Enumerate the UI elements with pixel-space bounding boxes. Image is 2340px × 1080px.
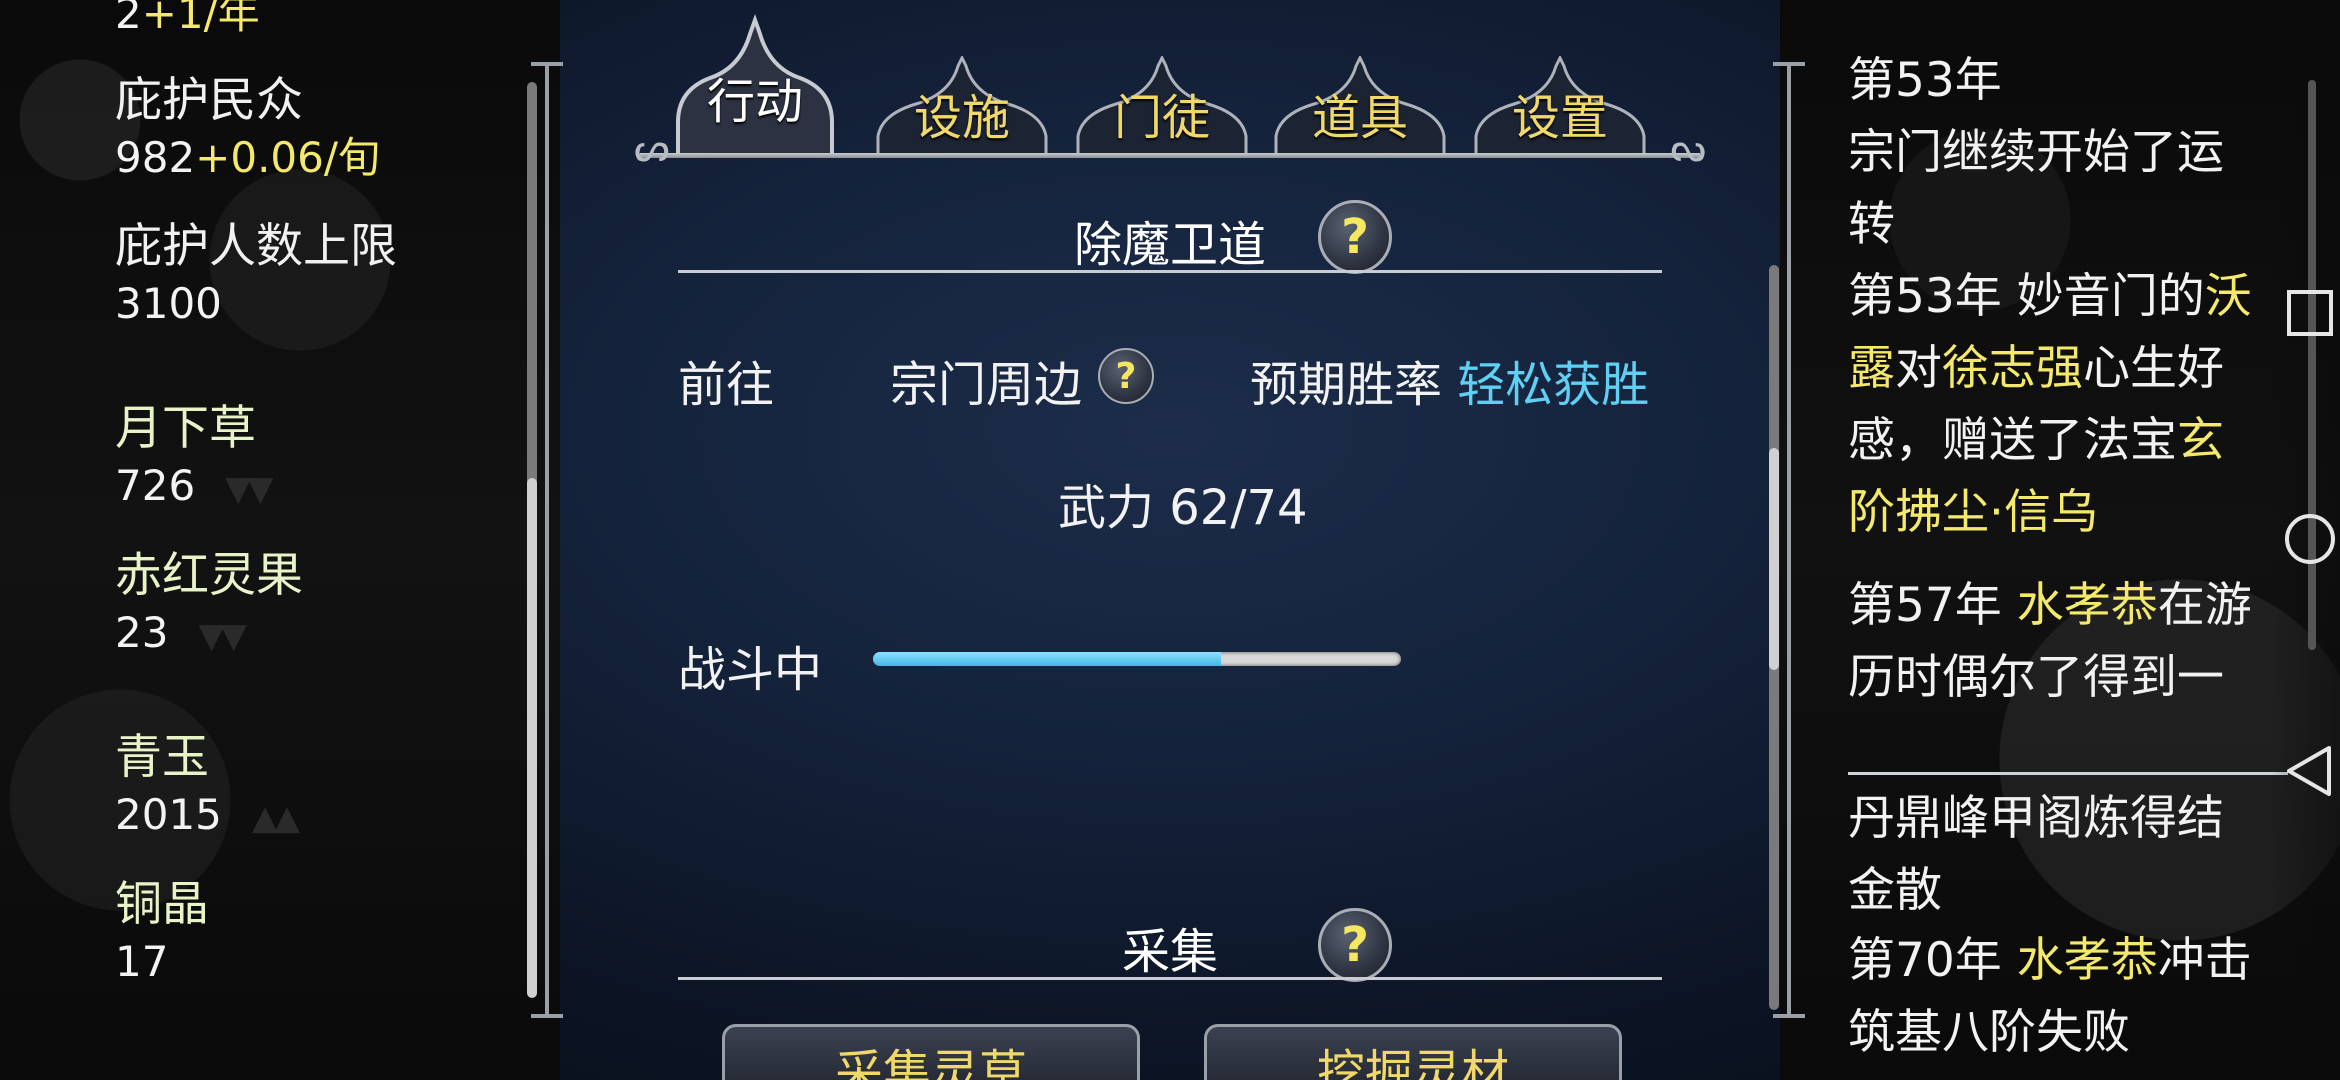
left-divider-cap-bottom: [531, 1014, 563, 1018]
tab-label: 设置: [1511, 90, 1608, 146]
log-text: 妙音门的: [2016, 269, 2205, 324]
right-divider-cap-top: [1773, 62, 1805, 66]
left-divider-rod: [545, 62, 549, 1018]
resource-label: 庇护民众: [115, 73, 303, 128]
resource-value: 17: [115, 937, 169, 986]
log-year: 第53年: [1848, 53, 2002, 108]
log-entry: 第70年 水孝恭冲击筑基八阶失败: [1848, 925, 2288, 1069]
battle-progress-fill: [873, 652, 1222, 666]
question-mark-icon: ?: [1341, 209, 1369, 265]
gather-herb-button[interactable]: 采集灵草: [722, 1024, 1140, 1080]
battle-progress-bar: [873, 652, 1401, 666]
trend-up-icon: ▲▲: [251, 798, 300, 838]
resource-protect-limit: 庇护人数上限 3100: [115, 218, 397, 332]
log-year: 第57年: [1848, 578, 2002, 633]
log-entry: 丹鼎峰甲阁炼得结金散: [1848, 783, 2288, 927]
help-button[interactable]: ?: [1318, 200, 1392, 274]
question-mark-icon: ?: [1115, 355, 1137, 397]
tab-disciples[interactable]: 门徒: [1072, 56, 1252, 156]
log-text: 对: [1895, 341, 1942, 396]
log-name: 水孝恭: [2016, 933, 2158, 988]
log-entry: 第53年 宗门继续开始了运转: [1848, 45, 2288, 261]
log-name: 徐志强: [1942, 341, 2083, 396]
right-scrollbar-thumb[interactable]: [1769, 448, 1779, 670]
ornament-curl-left-icon: ᔕ: [634, 125, 670, 171]
recent-apps-icon[interactable]: [2280, 288, 2340, 338]
resource-label: 青玉: [115, 730, 209, 785]
force-stat: 武力 62/74: [1058, 480, 1308, 536]
log-line: 第57年 水孝恭在游历时偶尔了得到一: [1848, 570, 2268, 714]
log-line: 第70年 水孝恭冲击筑基八阶失败: [1848, 925, 2268, 1069]
log-entry: 第57年 水孝恭在游历时偶尔了得到一: [1848, 570, 2288, 755]
battle-status-label: 战斗中: [678, 642, 823, 698]
system-nav-bar: [2280, 0, 2340, 1080]
section-divider: [678, 270, 1662, 273]
resource-label: 赤红灵果: [115, 548, 303, 603]
resource-top-delta: +1/年: [141, 0, 260, 38]
resource-jade: 青玉 2015 ▲▲: [115, 729, 300, 846]
log-year: 第53年: [1848, 269, 2002, 324]
resource-top-value: 2: [115, 0, 142, 38]
button-label: 采集灵草: [834, 1045, 1027, 1080]
tab-bar-baseline: ᔕ ᔓ: [634, 125, 1706, 171]
home-icon[interactable]: [2280, 512, 2340, 566]
tab-items[interactable]: 道具: [1270, 56, 1450, 156]
right-divider-cap-bottom: [1773, 1014, 1805, 1018]
button-label: 挖掘灵材: [1316, 1045, 1509, 1080]
ornament-curl-right-icon: ᔓ: [1670, 125, 1706, 171]
resource-copper: 铜晶 17: [115, 876, 209, 990]
log-text: 宗门继续开始了运转: [1848, 125, 2224, 252]
resource-value: 23: [115, 608, 169, 657]
right-divider-rod: [1787, 62, 1791, 1018]
trend-down-icon: ▼▼: [225, 469, 273, 509]
left-scrollbar-thumb[interactable]: [527, 478, 537, 998]
resource-panel[interactable]: 2+1/年 庇护民众 982+0.06/旬 庇护人数上限 3100 月下草 72…: [115, 0, 515, 1080]
win-rate-label: 预期胜率: [1250, 357, 1443, 413]
game-screen: 2+1/年 庇护民众 982+0.06/旬 庇护人数上限 3100 月下草 72…: [0, 0, 2340, 1080]
dig-material-button[interactable]: 挖掘灵材: [1204, 1024, 1622, 1080]
resource-value: 3100: [115, 279, 222, 328]
resource-delta: +0.06/旬: [195, 133, 381, 182]
event-log[interactable]: 第53年 宗门继续开始了运转 第53年 妙音门的沃露对徐志强心生好感，赠送了法宝…: [1848, 0, 2288, 1080]
resource-label: 庇护人数上限: [115, 219, 397, 274]
help-button[interactable]: ?: [1318, 908, 1392, 982]
resource-protect-people: 庇护民众 982+0.06/旬: [115, 72, 380, 186]
win-rate: 预期胜率 轻松获胜: [1250, 345, 1649, 415]
resource-top-partial: 2+1/年: [115, 0, 260, 42]
resource-label: 月下草: [115, 401, 256, 456]
win-rate-value: 轻松获胜: [1457, 357, 1650, 413]
back-icon[interactable]: [2280, 744, 2340, 798]
log-text: 丹鼎峰甲阁炼得结金散: [1848, 791, 2224, 918]
tab-settings[interactable]: 设置: [1470, 56, 1650, 156]
tab-action[interactable]: 行动: [670, 12, 840, 158]
section-title-demon-slaying: 除魔卫道: [1073, 217, 1266, 273]
goto-label: 前往: [678, 357, 775, 413]
resource-fruit: 赤红灵果 23 ▼▼: [115, 547, 303, 664]
location-help-button[interactable]: ?: [1098, 348, 1154, 404]
section-divider: [678, 977, 1662, 980]
resource-value: 2015: [115, 790, 222, 839]
tab-label: 道具: [1311, 90, 1408, 146]
tab-label: 门徒: [1113, 90, 1210, 146]
resource-value: 726: [115, 461, 196, 510]
trend-down-icon: ▼▼: [198, 616, 246, 656]
tab-label: 行动: [706, 74, 803, 130]
tab-label: 设施: [913, 90, 1010, 146]
tab-facilities[interactable]: 设施: [872, 56, 1052, 156]
resource-label: 铜晶: [115, 877, 209, 932]
log-separator: [1848, 772, 2288, 775]
action-panel: 行动 设施 门徒 道具 设置 ᔕ ᔓ 除魔卫道 ? 前往 宗门周边 ? 预期胜率…: [634, 0, 1706, 1080]
left-divider-cap-top: [531, 62, 563, 66]
section-title-gather: 采集: [1121, 924, 1218, 980]
question-mark-icon: ?: [1341, 917, 1369, 973]
log-name: 水孝恭: [2016, 578, 2158, 633]
resource-herb: 月下草 726 ▼▼: [115, 400, 273, 517]
log-year: 第70年: [1848, 933, 2002, 988]
log-entry: 第53年 妙音门的沃露对徐志强心生好感，赠送了法宝玄阶拂尘·信乌: [1848, 261, 2288, 549]
resource-value: 982: [115, 133, 196, 182]
log-line: 第53年 妙音门的沃露对徐志强心生好感，赠送了法宝玄阶拂尘·信乌: [1848, 261, 2268, 549]
location-selector[interactable]: 宗门周边: [890, 345, 1082, 415]
